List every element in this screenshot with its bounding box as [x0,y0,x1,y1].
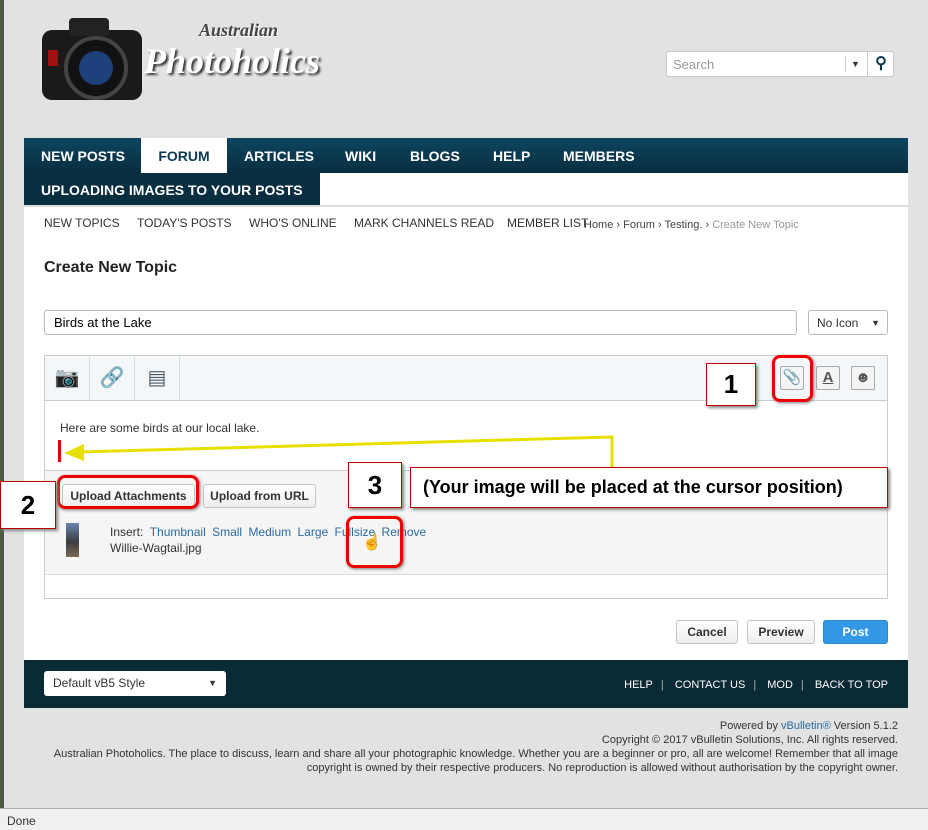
annotation-number-3: 3 [348,462,402,508]
site-description-1: Australian Photoholics. The place to dis… [53,748,898,760]
highlight-ring-attach [772,355,813,402]
chevron-down-icon: ▼ [208,678,217,688]
powered-by: Powered by vBulletin® Version 5.1.2 [720,720,898,732]
post-button[interactable]: Post [823,620,888,644]
footer-help-link[interactable]: HELP [624,679,653,691]
status-bar: Done [0,808,928,830]
copyright: Copyright © 2017 vBulletin Solutions, In… [601,734,898,746]
style-select-value: Default vB5 Style [53,676,146,690]
highlight-ring-fullsize [346,516,403,568]
footer-back-to-top-link[interactable]: BACK TO TOP [815,679,888,691]
vbulletin-link[interactable]: vBulletin® [781,720,831,732]
annotation-number-2: 2 [0,481,56,529]
annotation-number-1: 1 [706,363,756,406]
powered-suffix: Version 5.1.2 [830,720,898,732]
footer-links: HELP | CONTACT US | MOD | BACK TO TOP [624,679,888,691]
annotation-callout: (Your image will be placed at the cursor… [410,467,888,508]
style-select[interactable]: Default vB5 Style ▼ [44,671,226,696]
footer-contact-link[interactable]: CONTACT US [675,679,746,691]
site-description-2: copyright is owned by their respective p… [306,762,898,774]
cancel-button[interactable]: Cancel [676,620,738,644]
powered-prefix: Powered by [719,720,782,732]
preview-button[interactable]: Preview [747,620,815,644]
footer-mod-link[interactable]: MOD [767,679,793,691]
highlight-ring-upload [57,475,199,509]
